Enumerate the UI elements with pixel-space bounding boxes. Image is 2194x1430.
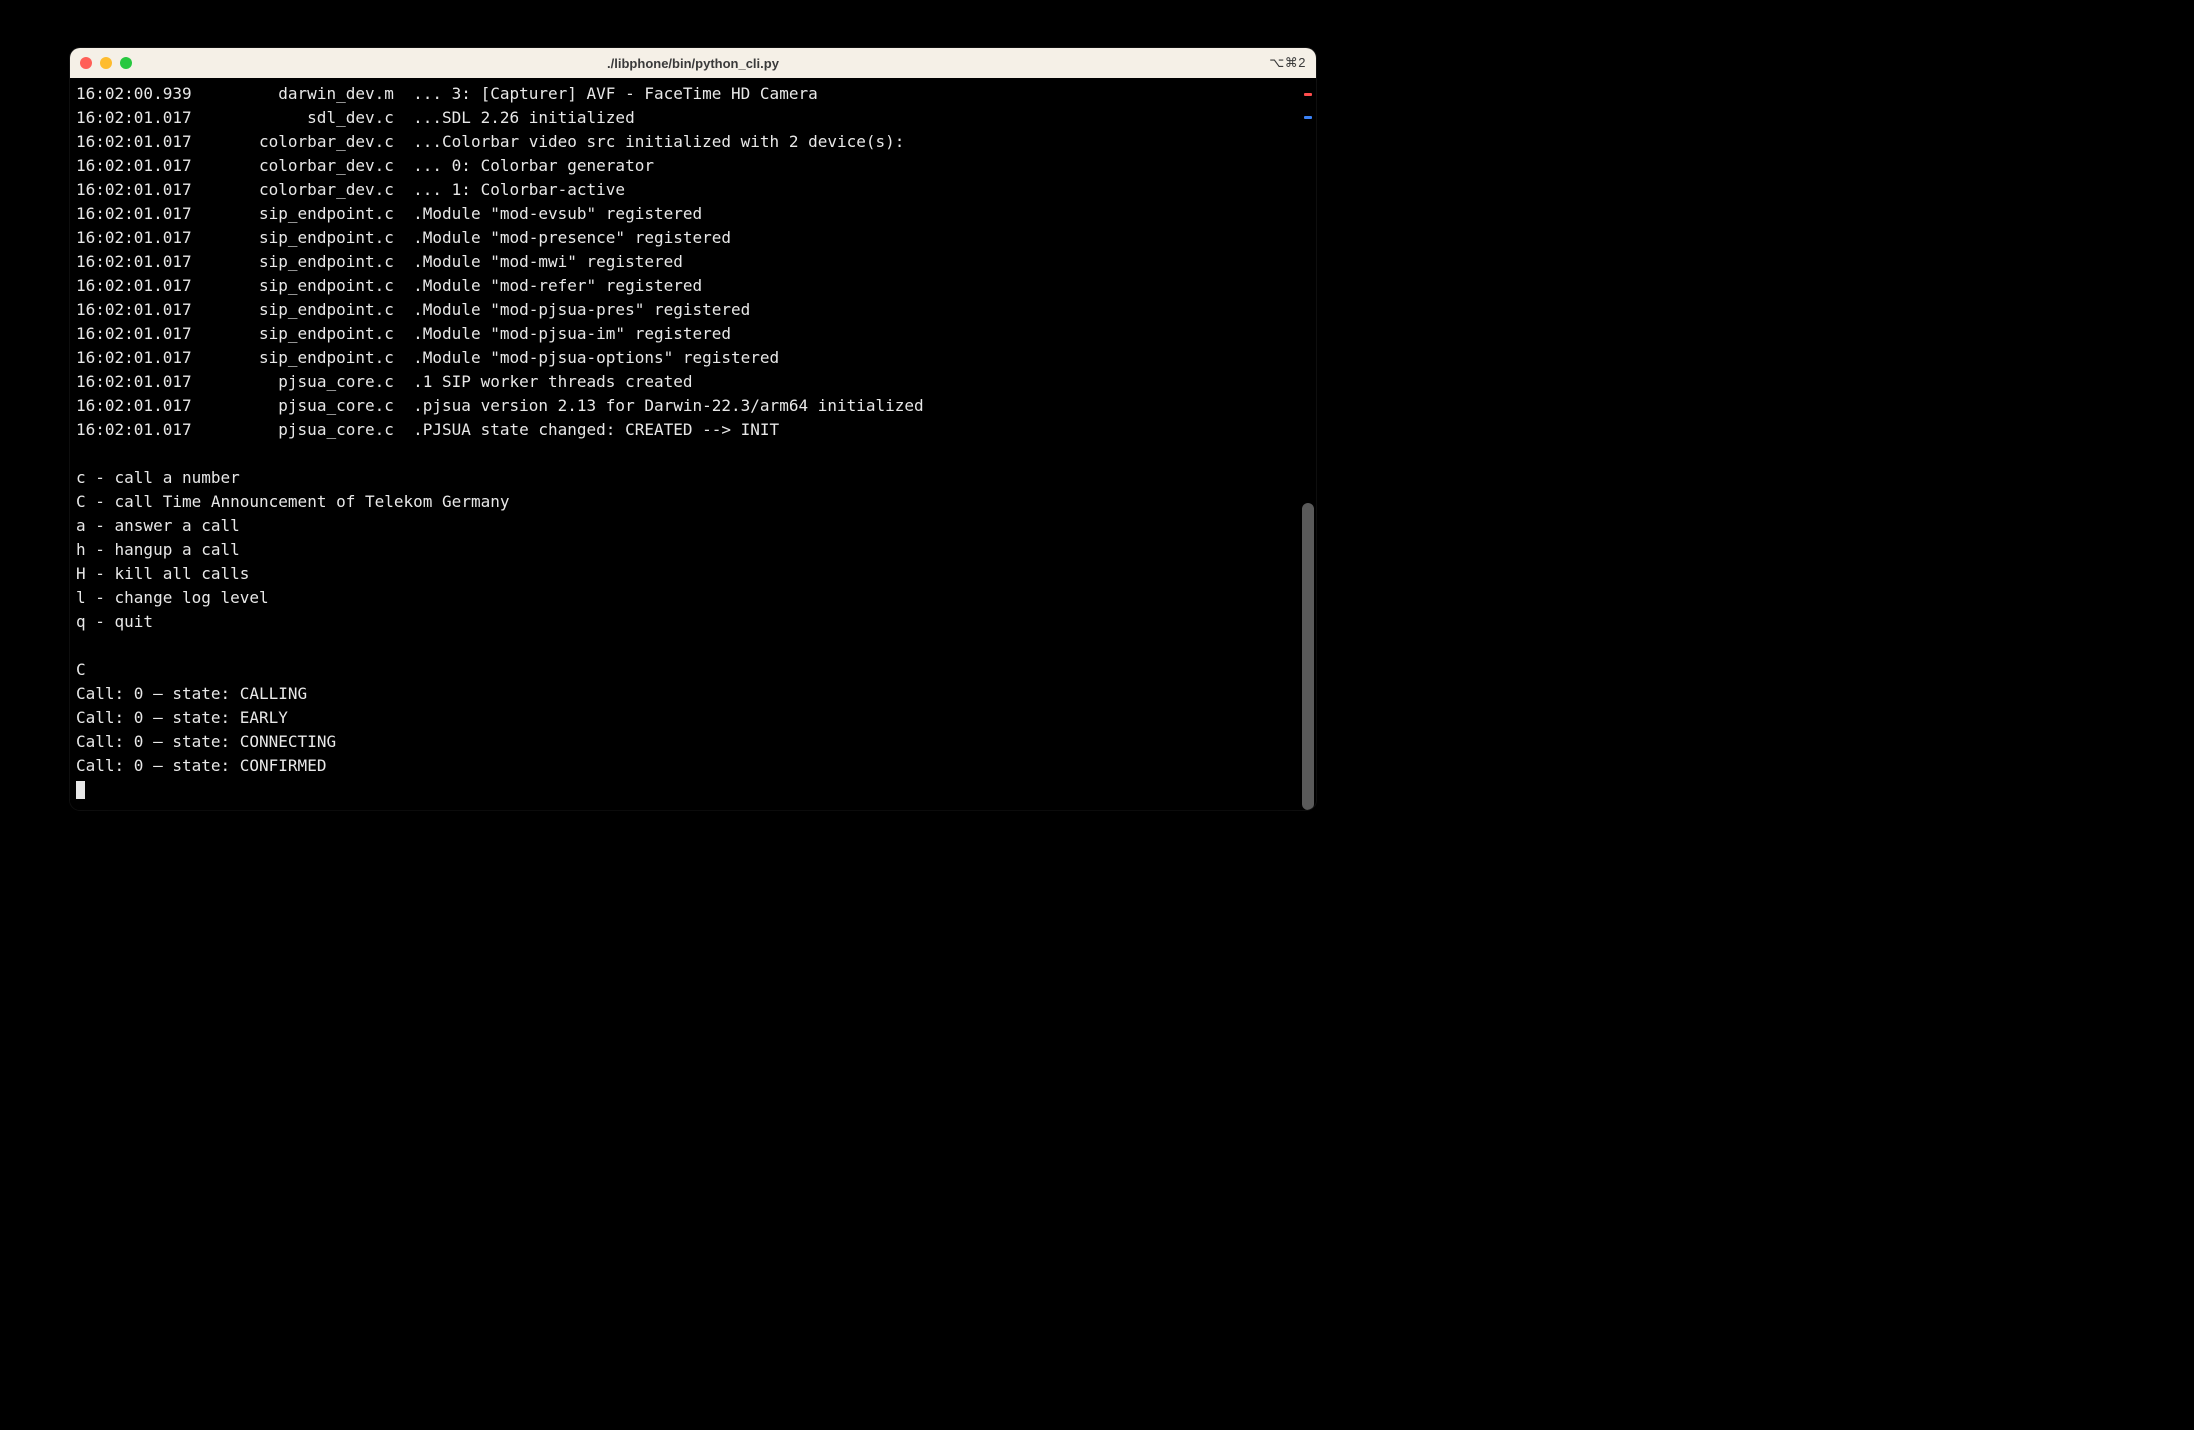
log-message: .Module "mod-mwi" registered: [413, 250, 683, 274]
log-message: ... 3: [Capturer] AVF - FaceTime HD Came…: [413, 82, 818, 106]
log-line: 16:02:01.017pjsua_core.c.PJSUA state cha…: [76, 418, 1294, 442]
menu-line: h - hangup a call: [76, 538, 1294, 562]
log-source: sdl_dev.c: [201, 106, 413, 130]
log-source: darwin_dev.m: [201, 82, 413, 106]
log-line: 16:02:01.017sip_endpoint.c.Module "mod-m…: [76, 250, 1294, 274]
log-line: 16:02:01.017pjsua_core.c.pjsua version 2…: [76, 394, 1294, 418]
call-state-line: Call: 0 – state: CONFIRMED: [76, 754, 1294, 778]
log-timestamp: 16:02:01.017: [76, 130, 201, 154]
log-line: 16:02:01.017sdl_dev.c...SDL 2.26 initial…: [76, 106, 1294, 130]
log-line: 16:02:01.017sip_endpoint.c.Module "mod-r…: [76, 274, 1294, 298]
log-source: sip_endpoint.c: [201, 346, 413, 370]
log-timestamp: 16:02:01.017: [76, 346, 201, 370]
log-timestamp: 16:02:01.017: [76, 322, 201, 346]
window-title: ./libphone/bin/python_cli.py: [70, 56, 1316, 71]
log-source: pjsua_core.c: [201, 418, 413, 442]
traffic-lights: [80, 57, 132, 69]
log-message: .Module "mod-presence" registered: [413, 226, 731, 250]
log-timestamp: 16:02:01.017: [76, 418, 201, 442]
log-timestamp: 16:02:01.017: [76, 106, 201, 130]
scroll-track[interactable]: [1302, 78, 1314, 810]
scroll-mark: [1304, 93, 1312, 96]
log-timestamp: 16:02:01.017: [76, 298, 201, 322]
log-timestamp: 16:02:01.017: [76, 250, 201, 274]
log-source: pjsua_core.c: [201, 370, 413, 394]
scrollbar[interactable]: [1300, 78, 1316, 810]
menu-line: q - quit: [76, 610, 1294, 634]
menu-line: C - call Time Announcement of Telekom Ge…: [76, 490, 1294, 514]
log-timestamp: 16:02:01.017: [76, 226, 201, 250]
log-timestamp: 16:02:01.017: [76, 154, 201, 178]
desktop: ./libphone/bin/python_cli.py ⌥⌘2 16:02:0…: [0, 0, 2194, 1430]
log-line: 16:02:01.017sip_endpoint.c.Module "mod-p…: [76, 322, 1294, 346]
log-source: sip_endpoint.c: [201, 250, 413, 274]
log-line: 16:02:01.017sip_endpoint.c.Module "mod-p…: [76, 298, 1294, 322]
log-timestamp: 16:02:01.017: [76, 178, 201, 202]
cursor-icon: [76, 781, 85, 799]
titlebar[interactable]: ./libphone/bin/python_cli.py ⌥⌘2: [70, 48, 1316, 78]
log-message: .Module "mod-pjsua-options" registered: [413, 346, 779, 370]
log-line: 16:02:00.939darwin_dev.m... 3: [Capturer…: [76, 82, 1294, 106]
log-message: .Module "mod-evsub" registered: [413, 202, 702, 226]
user-input: C: [76, 658, 1294, 682]
log-message: ...Colorbar video src initialized with 2…: [413, 130, 904, 154]
blank-line: [76, 442, 1294, 466]
call-state-line: Call: 0 – state: CALLING: [76, 682, 1294, 706]
log-message: ...SDL 2.26 initialized: [413, 106, 635, 130]
log-message: ... 0: Colorbar generator: [413, 154, 654, 178]
terminal-body: 16:02:00.939darwin_dev.m... 3: [Capturer…: [70, 78, 1316, 810]
log-source: colorbar_dev.c: [201, 154, 413, 178]
log-line: 16:02:01.017colorbar_dev.c...Colorbar vi…: [76, 130, 1294, 154]
log-line: 16:02:01.017colorbar_dev.c... 1: Colorba…: [76, 178, 1294, 202]
terminal-output[interactable]: 16:02:00.939darwin_dev.m... 3: [Capturer…: [70, 78, 1300, 810]
log-source: pjsua_core.c: [201, 394, 413, 418]
log-message: .Module "mod-pjsua-pres" registered: [413, 298, 750, 322]
log-timestamp: 16:02:00.939: [76, 82, 201, 106]
menu-line: l - change log level: [76, 586, 1294, 610]
log-message: .Module "mod-refer" registered: [413, 274, 702, 298]
cursor-line: [76, 778, 1294, 802]
log-source: sip_endpoint.c: [201, 274, 413, 298]
log-message: .pjsua version 2.13 for Darwin-22.3/arm6…: [413, 394, 924, 418]
log-source: colorbar_dev.c: [201, 130, 413, 154]
log-source: sip_endpoint.c: [201, 202, 413, 226]
log-timestamp: 16:02:01.017: [76, 370, 201, 394]
log-message: ... 1: Colorbar-active: [413, 178, 625, 202]
log-message: .Module "mod-pjsua-im" registered: [413, 322, 731, 346]
menu-line: H - kill all calls: [76, 562, 1294, 586]
scroll-thumb[interactable]: [1302, 503, 1314, 810]
log-timestamp: 16:02:01.017: [76, 274, 201, 298]
log-source: sip_endpoint.c: [201, 298, 413, 322]
window-shortcut: ⌥⌘2: [1269, 55, 1306, 71]
minimize-icon[interactable]: [100, 57, 112, 69]
zoom-icon[interactable]: [120, 57, 132, 69]
log-source: sip_endpoint.c: [201, 322, 413, 346]
terminal-window: ./libphone/bin/python_cli.py ⌥⌘2 16:02:0…: [70, 48, 1316, 810]
call-state-line: Call: 0 – state: CONNECTING: [76, 730, 1294, 754]
log-line: 16:02:01.017pjsua_core.c.1 SIP worker th…: [76, 370, 1294, 394]
log-line: 16:02:01.017sip_endpoint.c.Module "mod-p…: [76, 346, 1294, 370]
log-line: 16:02:01.017sip_endpoint.c.Module "mod-p…: [76, 226, 1294, 250]
scroll-mark: [1304, 116, 1312, 119]
log-source: sip_endpoint.c: [201, 226, 413, 250]
menu-line: c - call a number: [76, 466, 1294, 490]
call-state-line: Call: 0 – state: EARLY: [76, 706, 1294, 730]
blank-line: [76, 634, 1294, 658]
log-line: 16:02:01.017sip_endpoint.c.Module "mod-e…: [76, 202, 1294, 226]
log-timestamp: 16:02:01.017: [76, 202, 201, 226]
menu-line: a - answer a call: [76, 514, 1294, 538]
log-message: .PJSUA state changed: CREATED --> INIT: [413, 418, 779, 442]
log-timestamp: 16:02:01.017: [76, 394, 201, 418]
log-line: 16:02:01.017colorbar_dev.c... 0: Colorba…: [76, 154, 1294, 178]
close-icon[interactable]: [80, 57, 92, 69]
log-source: colorbar_dev.c: [201, 178, 413, 202]
log-message: .1 SIP worker threads created: [413, 370, 692, 394]
